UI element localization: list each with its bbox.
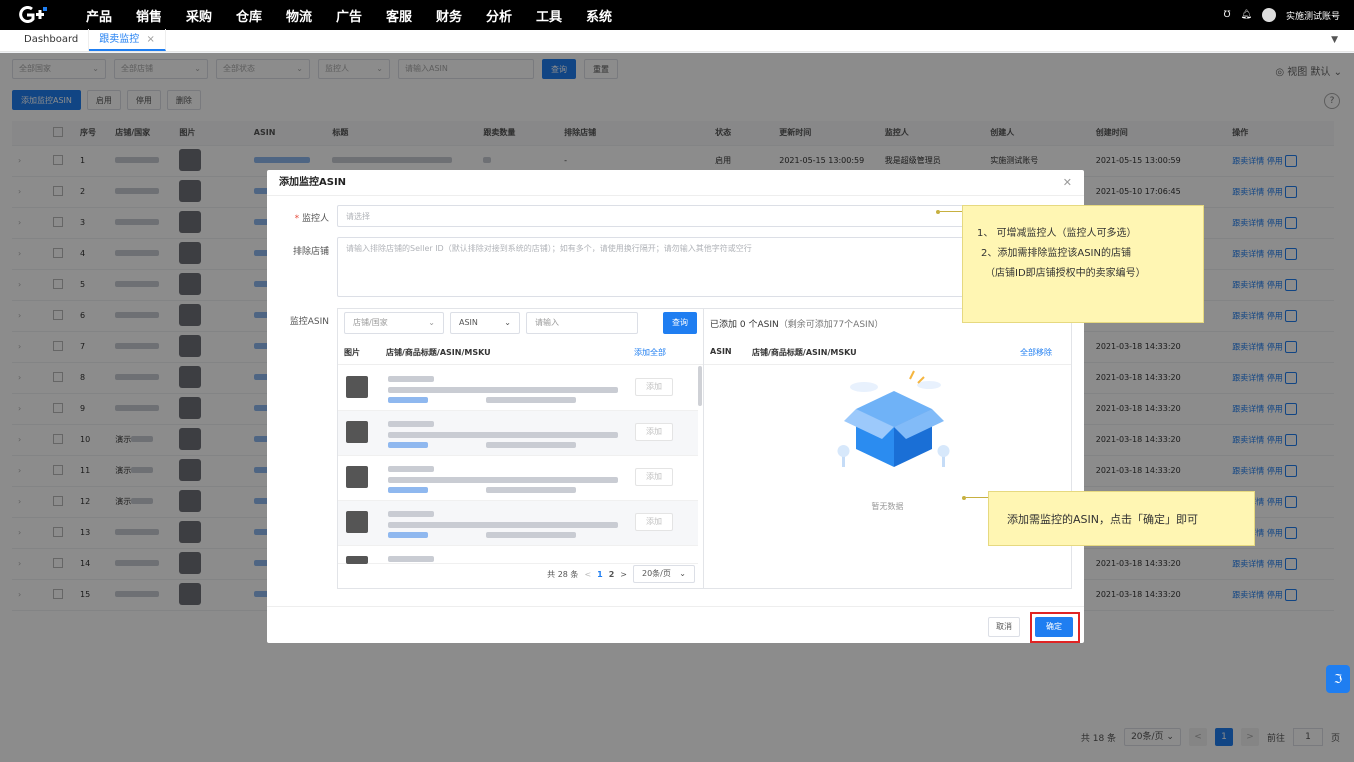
note1-line2: 2、添加需排除监控该ASIN的店铺	[981, 248, 1131, 259]
tabs-dropdown-icon[interactable]: ▼	[1331, 35, 1338, 45]
product-thumb	[346, 466, 368, 488]
monitor-label: * 监控人	[294, 214, 329, 224]
source-list-header: 图片 店铺/商品标题/ASIN/MSKU 添加全部	[338, 339, 703, 365]
prev-page-icon[interactable]: <	[584, 570, 591, 579]
cancel-button[interactable]: 取消	[988, 617, 1020, 637]
nav-item-3[interactable]: 仓库	[224, 6, 274, 25]
list-item[interactable]: 添加	[338, 456, 698, 501]
next-page-icon[interactable]: >	[620, 570, 627, 579]
source-list-scrollbar[interactable]	[698, 366, 702, 406]
headset-icon: ℑ	[1333, 672, 1343, 686]
avatar[interactable]	[1261, 8, 1276, 22]
source-search-placeholder: 请输入	[535, 318, 559, 327]
main-menu: 产品 销售 采购 仓库 物流 广告 客服 财务 分析 工具 系统	[74, 6, 624, 25]
remaining-count: （剩余可添加77个ASIN）	[778, 320, 884, 330]
chevron-down-icon: ⌄	[504, 318, 511, 327]
callout-confirm-note: 添加需监控的ASIN，点击「确定」即可	[988, 491, 1255, 546]
list-item[interactable]: 添加	[338, 501, 698, 546]
source-search-input[interactable]: 请输入	[526, 312, 638, 334]
source-search-bar: 店铺/国家 ⌄ ASIN ⌄ 请输入	[344, 312, 638, 334]
add-all-button[interactable]: 添加全部	[634, 347, 666, 358]
exclude-placeholder: 请输入排除店铺的Seller ID（默认排除对接到系统的店铺）；如有多个，请使用…	[346, 244, 752, 253]
nav-item-5[interactable]: 广告	[324, 6, 374, 25]
source-store-select[interactable]: 店铺/国家 ⌄	[344, 312, 444, 334]
nav-item-0[interactable]: 产品	[74, 6, 124, 25]
nav-item-8[interactable]: 分析	[474, 6, 524, 25]
product-thumb	[346, 511, 368, 533]
col-asin: ASIN	[710, 347, 732, 356]
remove-all-button[interactable]: 全部移除	[1020, 347, 1052, 358]
support-float-button[interactable]: ℑ	[1326, 665, 1350, 693]
nav-item-7[interactable]: 财务	[424, 6, 474, 25]
add-item-button[interactable]: 添加	[635, 423, 673, 441]
chevron-down-icon: ⌄	[679, 569, 686, 578]
source-page-size-value: 20条/页	[642, 569, 671, 578]
monitor-placeholder: 请选择	[346, 212, 370, 221]
source-page-size[interactable]: 20条/页 ⌄	[633, 565, 695, 583]
logo-icon	[19, 6, 47, 23]
exclude-label: 排除店铺	[292, 247, 329, 257]
list-item[interactable]: 添加	[338, 411, 698, 456]
list-item[interactable]	[338, 546, 698, 564]
tab-dashboard[interactable]: Dashboard	[14, 29, 90, 51]
headset-icon[interactable]: ℧	[1224, 10, 1231, 20]
source-query-button[interactable]: 查询	[663, 312, 697, 334]
col-info: 店铺/商品标题/ASIN/MSKU	[386, 348, 491, 357]
source-type-select[interactable]: ASIN ⌄	[450, 312, 520, 334]
tab-follow-monitor[interactable]: 跟卖监控 ×	[89, 29, 166, 51]
add-item-button[interactable]: 添加	[635, 513, 673, 531]
bell-icon[interactable]: 🔔︎	[1241, 10, 1252, 20]
product-thumb	[346, 556, 368, 564]
nav-item-1[interactable]: 销售	[124, 6, 174, 25]
app-logo[interactable]	[0, 0, 70, 30]
source-pager-total: 共 28 条	[547, 569, 579, 579]
product-thumb	[346, 421, 368, 443]
col-image: 图片	[344, 348, 360, 357]
source-page-1[interactable]: 1	[597, 570, 603, 579]
added-count: 已添加 0 个ASIN（剩余可添加77个ASIN）	[710, 317, 883, 330]
nav-item-4[interactable]: 物流	[274, 6, 324, 25]
modal-footer: 取消 确定	[267, 606, 1084, 643]
modal-title: 添加监控ASIN	[267, 170, 1084, 196]
note1-line1: 1、 可增减监控人（监控人可多选）	[977, 228, 1137, 239]
confirm-highlight-frame	[1030, 612, 1080, 643]
asin-label: 监控ASIN	[289, 317, 329, 327]
nav-item-9[interactable]: 工具	[524, 6, 574, 25]
top-nav: 产品 销售 采购 仓库 物流 广告 客服 财务 分析 工具 系统 ℧ 🔔︎ 实施测试账号	[0, 0, 1354, 30]
source-pager: 共 28 条 < 1 2 > 20条/页 ⌄	[547, 565, 695, 583]
product-thumb	[346, 376, 368, 398]
chevron-down-icon: ⌄	[428, 318, 435, 327]
nav-right: ℧ 🔔︎ 实施测试账号	[1224, 0, 1340, 30]
add-item-button[interactable]: 添加	[635, 468, 673, 486]
empty-box-icon	[837, 370, 950, 467]
callout-monitor-note: 1、 可增减监控人（监控人可多选） 2、添加需排除监控该ASIN的店铺 （店铺I…	[962, 205, 1204, 323]
nav-item-10[interactable]: 系统	[574, 6, 624, 25]
tab-follow-monitor-label: 跟卖监控	[99, 34, 140, 45]
nav-item-2[interactable]: 采购	[174, 6, 224, 25]
col-info-right: 店铺/商品标题/ASIN/MSKU	[752, 348, 857, 357]
added-count-text: 已添加 0 个ASIN	[710, 320, 779, 330]
source-page-2[interactable]: 2	[609, 570, 615, 579]
note1-line3: （店铺ID即店铺授权中的卖家编号）	[985, 268, 1146, 279]
nav-item-6[interactable]: 客服	[374, 6, 424, 25]
add-item-button[interactable]: 添加	[635, 378, 673, 396]
account-name[interactable]: 实施测试账号	[1286, 9, 1340, 22]
source-panel: 店铺/国家 ⌄ ASIN ⌄ 请输入 查询 图片 店铺/商品标题/ASIN/MSKU…	[337, 308, 704, 589]
list-item[interactable]: 添加	[338, 366, 698, 411]
source-store-value: 店铺/国家	[353, 318, 388, 327]
close-icon[interactable]: ✕	[1063, 170, 1072, 196]
tab-bar: Dashboard 跟卖监控 × ▼	[0, 29, 1354, 52]
added-list-header: ASIN 店铺/商品标题/ASIN/MSKU 全部移除	[704, 339, 1071, 365]
source-type-value: ASIN	[459, 318, 478, 327]
monitor-label-text: 监控人	[301, 214, 329, 224]
tab-close-icon[interactable]: ×	[146, 34, 154, 45]
